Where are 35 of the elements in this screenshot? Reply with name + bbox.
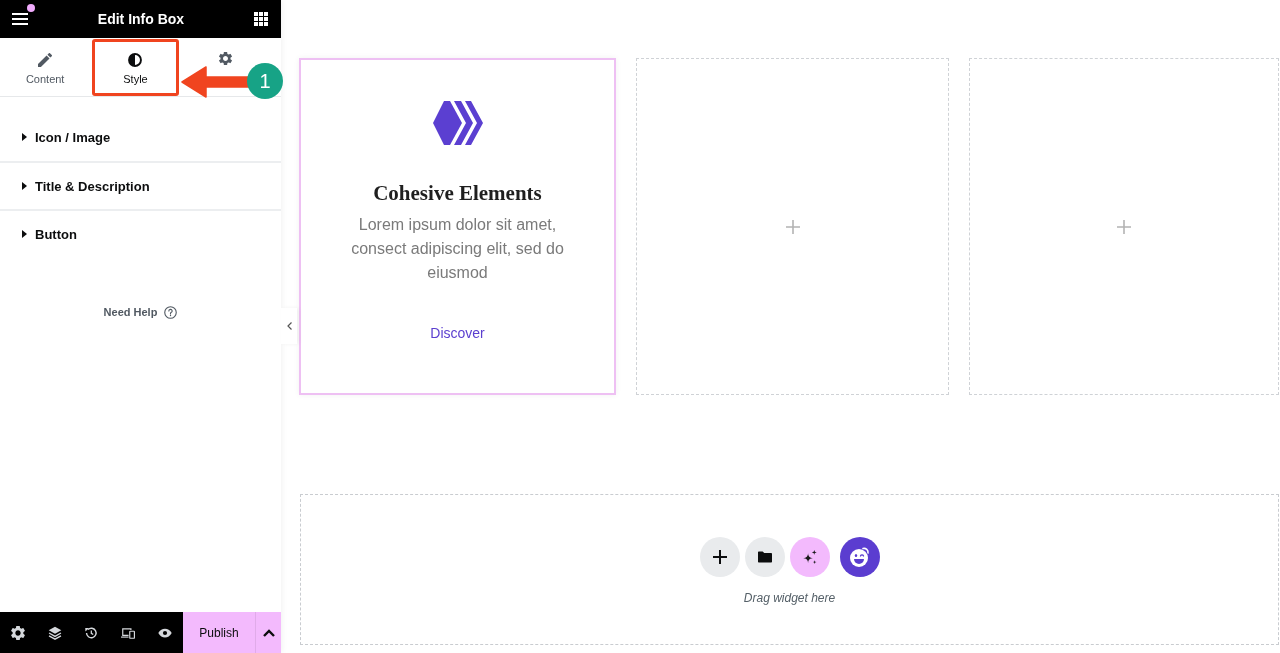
publish-options-button[interactable] (255, 612, 281, 653)
publish-button[interactable]: Publish (183, 612, 255, 653)
history-icon[interactable] (84, 625, 99, 640)
help-icon (164, 305, 178, 319)
sparkles-icon (802, 550, 817, 564)
responsive-icon[interactable] (121, 625, 136, 640)
winking-face-icon (848, 546, 871, 568)
folder-button[interactable] (744, 537, 785, 577)
info-box-card[interactable]: Cohesive Elements Lorem ipsum dolor sit amet, consect adipiscing elit, sed do eiusmod Discover (299, 58, 616, 395)
settings-tab[interactable] (219, 52, 233, 65)
plus-icon (712, 550, 727, 564)
hexagon-chevron-icon (432, 101, 483, 145)
folder-icon (757, 550, 772, 564)
chevron-left-icon (286, 322, 292, 330)
section-header[interactable]: Title & Description (0, 161, 281, 209)
discover-link[interactable]: Discover (430, 323, 485, 343)
layers-icon[interactable] (47, 625, 62, 640)
settings-icon[interactable] (11, 625, 26, 640)
section-header[interactable]: Button (0, 209, 281, 257)
panel-title: Edit Info Box (97, 11, 185, 27)
help-link[interactable]: Need Help (103, 304, 178, 320)
drop-hint: Drag widget here (743, 590, 836, 606)
card-description: Lorem ipsum dolor sit amet, consect adipiscing elit, sed do eiusmod (350, 215, 565, 283)
content-tab[interactable]: Content (2, 39, 89, 96)
face-button[interactable] (839, 537, 880, 577)
section-header[interactable]: Icon / Image (0, 113, 281, 161)
add-button[interactable] (699, 537, 740, 577)
pencil-icon (38, 53, 53, 67)
menu-icon[interactable] (12, 13, 28, 25)
caret-up-icon (262, 628, 275, 637)
grid-icon[interactable] (254, 12, 268, 26)
card-title: Cohesive Elements (373, 180, 542, 207)
settings-icon (219, 52, 233, 65)
style-tab[interactable]: Style (92, 39, 179, 96)
contrast-icon (128, 53, 143, 67)
